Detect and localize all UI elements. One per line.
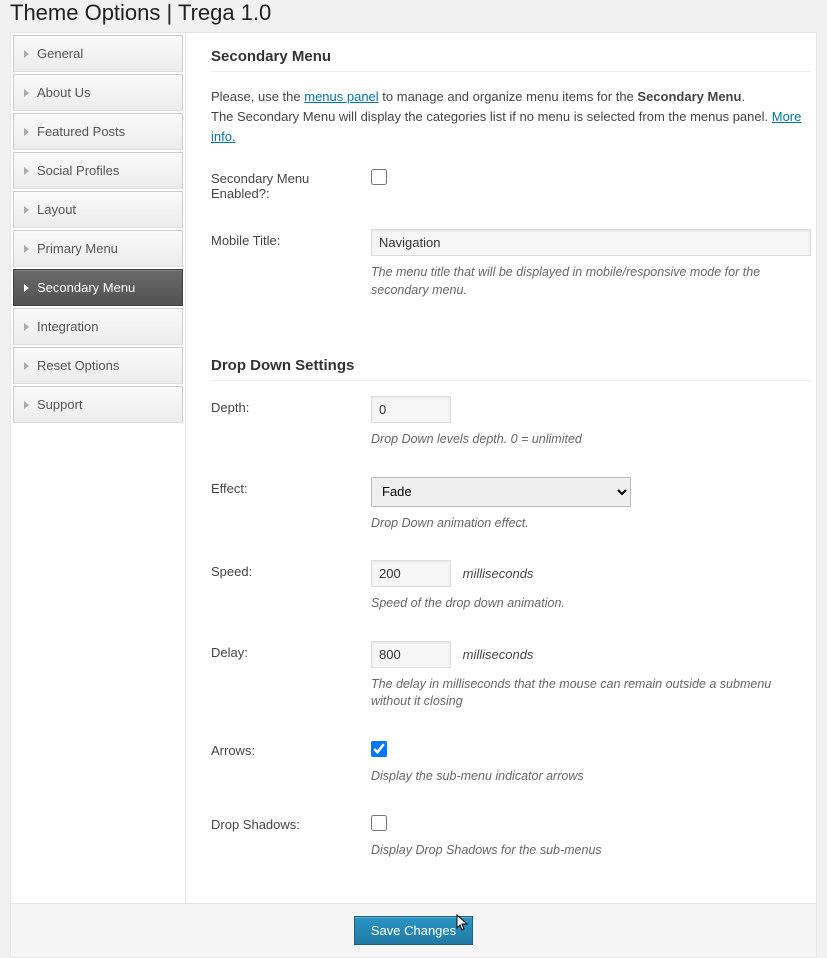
- checkbox-shadows[interactable]: [371, 815, 387, 831]
- help-speed: Speed of the drop down animation.: [371, 595, 811, 613]
- unit-delay: milliseconds: [463, 647, 534, 662]
- field-shadows: Drop Shadows: Display Drop Shadows for t…: [211, 813, 811, 860]
- help-effect: Drop Down animation effect.: [371, 515, 811, 533]
- sidebar-item-label: Reset Options: [37, 358, 119, 373]
- help-depth: Drop Down levels depth. 0 = unlimited: [371, 431, 811, 449]
- help-mobile-title: The menu title that will be displayed in…: [371, 264, 811, 299]
- field-depth: Depth: Drop Down levels depth. 0 = unlim…: [211, 396, 811, 449]
- intro-post: .: [741, 89, 745, 104]
- section-title-secondary-menu: Secondary Menu: [211, 48, 811, 72]
- sidebar-item-label: Social Profiles: [37, 163, 119, 178]
- field-enabled: Secondary Menu Enabled?:: [211, 167, 811, 201]
- intro-mid: to manage and organize menu items for th…: [379, 89, 638, 104]
- label-shadows: Drop Shadows:: [211, 813, 371, 832]
- content-area: Secondary Menu Please, use the menus pan…: [186, 33, 827, 903]
- triangle-right-icon: [24, 50, 29, 58]
- sidebar-item-label: Layout: [37, 202, 76, 217]
- triangle-right-icon: [24, 89, 29, 97]
- triangle-right-icon: [24, 401, 29, 409]
- sidebar-item-layout[interactable]: Layout: [13, 191, 183, 228]
- intro-bold: Secondary Menu: [637, 89, 741, 104]
- sidebar-item-label: About Us: [37, 85, 90, 100]
- triangle-right-icon: [24, 362, 29, 370]
- field-effect: Effect: Fade Drop Down animation effect.: [211, 477, 811, 533]
- select-effect[interactable]: Fade: [371, 477, 631, 507]
- sidebar-item-about-us[interactable]: About Us: [13, 74, 183, 111]
- sidebar-item-label: Primary Menu: [37, 241, 118, 256]
- label-delay: Delay:: [211, 641, 371, 660]
- help-shadows: Display Drop Shadows for the sub-menus: [371, 842, 811, 860]
- save-button[interactable]: Save Changes: [354, 916, 473, 945]
- sidebar-item-support[interactable]: Support: [13, 386, 183, 423]
- help-arrows: Display the sub-menu indicator arrows: [371, 768, 811, 786]
- sidebar-item-label: Support: [37, 397, 83, 412]
- sidebar-item-label: Secondary Menu: [37, 280, 135, 295]
- intro-line2-pre: The Secondary Menu will display the cate…: [211, 109, 772, 124]
- triangle-right-icon: [24, 323, 29, 331]
- field-speed: Speed: milliseconds Speed of the drop do…: [211, 560, 811, 613]
- sidebar-item-integration[interactable]: Integration: [13, 308, 183, 345]
- field-arrows: Arrows: Display the sub-menu indicator a…: [211, 739, 811, 786]
- sidebar-item-label: Integration: [37, 319, 98, 334]
- label-arrows: Arrows:: [211, 739, 371, 758]
- input-mobile-title[interactable]: [371, 229, 811, 256]
- input-depth[interactable]: [371, 396, 451, 423]
- checkbox-enabled[interactable]: [371, 169, 387, 185]
- triangle-right-icon: [24, 167, 29, 175]
- label-effect: Effect:: [211, 477, 371, 496]
- label-depth: Depth:: [211, 396, 371, 415]
- sidebar-item-general[interactable]: General: [13, 35, 183, 72]
- menus-panel-link[interactable]: menus panel: [304, 89, 378, 104]
- page-title: Theme Options | Trega 1.0: [0, 0, 827, 32]
- label-speed: Speed:: [211, 560, 371, 579]
- sidebar-item-label: General: [37, 46, 83, 61]
- input-speed[interactable]: [371, 560, 451, 587]
- sidebar-item-reset-options[interactable]: Reset Options: [13, 347, 183, 384]
- sidebar-item-primary-menu[interactable]: Primary Menu: [13, 230, 183, 267]
- label-enabled: Secondary Menu Enabled?:: [211, 167, 371, 201]
- sidebar-item-social-profiles[interactable]: Social Profiles: [13, 152, 183, 189]
- sidebar-item-featured-posts[interactable]: Featured Posts: [13, 113, 183, 150]
- sidebar-item-secondary-menu[interactable]: Secondary Menu: [13, 269, 183, 306]
- triangle-right-icon: [24, 284, 29, 292]
- triangle-right-icon: [24, 245, 29, 253]
- section-title-dropdown: Drop Down Settings: [211, 357, 811, 381]
- checkbox-arrows[interactable]: [371, 741, 387, 757]
- field-mobile-title: Mobile Title: The menu title that will b…: [211, 229, 811, 299]
- input-delay[interactable]: [371, 641, 451, 668]
- field-delay: Delay: milliseconds The delay in millise…: [211, 641, 811, 711]
- triangle-right-icon: [24, 128, 29, 136]
- intro-text: Please, use the menus panel to manage an…: [211, 87, 811, 147]
- sidebar-item-label: Featured Posts: [37, 124, 125, 139]
- options-panel: General About Us Featured Posts Social Prof…: [10, 32, 817, 904]
- intro-pre: Please, use the: [211, 89, 304, 104]
- footer-bar: Save Changes: [10, 904, 817, 958]
- help-delay: The delay in milliseconds that the mouse…: [371, 676, 811, 711]
- sidebar: General About Us Featured Posts Social Prof…: [11, 33, 186, 903]
- triangle-right-icon: [24, 206, 29, 214]
- label-mobile-title: Mobile Title:: [211, 229, 371, 248]
- unit-speed: milliseconds: [463, 566, 534, 581]
